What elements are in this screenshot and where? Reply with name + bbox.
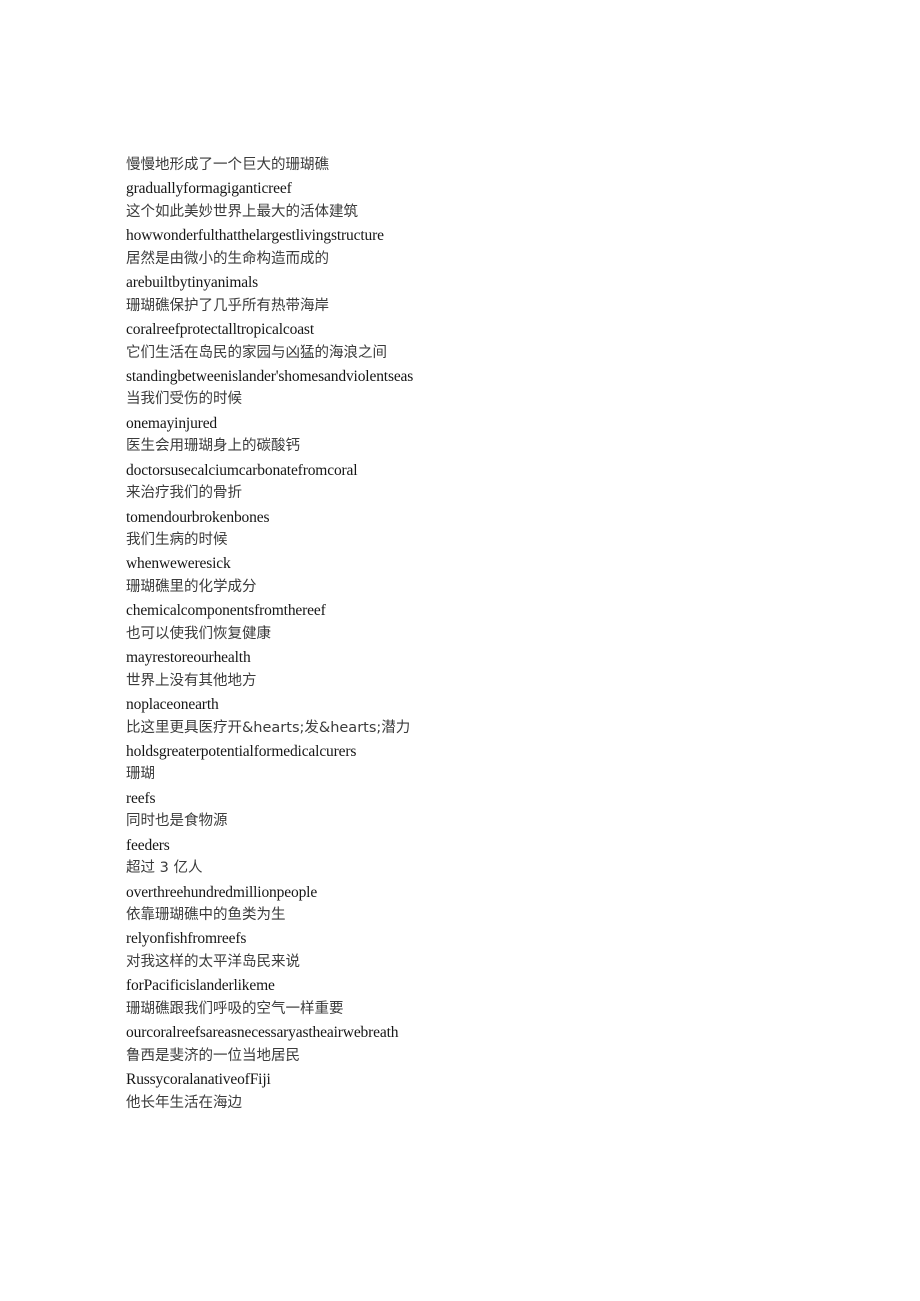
subtitle-line-zh: 鲁西是斐济的一位当地居民 — [126, 1047, 300, 1064]
subtitle-line-zh: 我们生病的时候 — [126, 532, 228, 548]
subtitle-line-en: standingbetweenislander'shomesandviolent… — [126, 367, 414, 385]
subtitle-line-en: reefs — [126, 789, 156, 807]
subtitle-line-en: onemayinjured — [126, 414, 218, 432]
subtitle-line-zh: 比这里更具医疗开&hearts;发&hearts;潜力 — [126, 719, 411, 736]
subtitle-line-zh: 它们生活在岛民的家园与凶猛的海浪之间 — [126, 344, 387, 361]
subtitle-line-en: holdsgreaterpotentialformedicalcurers — [126, 742, 357, 760]
subtitle-line-en: ourcoralreefsareasnecessaryastheairwebre… — [126, 1024, 399, 1042]
subtitle-line-en: RussycoralanativeofFiji — [126, 1071, 271, 1089]
subtitle-line-zh: 同时也是食物源 — [126, 813, 228, 830]
subtitle-line-zh: 居然是由微小的生命构造而成的 — [126, 250, 329, 267]
subtitle-line-en: coralreefprotectalltropicalcoast — [126, 321, 314, 339]
subtitle-line-zh: 当我们受伤的时候 — [126, 391, 242, 408]
subtitle-line-en: overthreehundredmillionpeople — [126, 883, 318, 901]
subtitle-line-zh: 珊瑚礁里的化学成分 — [126, 578, 257, 595]
subtitle-line-en: tomendourbrokenbones — [126, 508, 270, 526]
subtitle-line-en: graduallyformagiganticreef — [126, 180, 292, 198]
subtitle-line-list: 慢慢地形成了一个巨大的珊瑚礁 graduallyformagiganticreef… — [126, 154, 826, 1115]
subtitle-line-zh: 对我这样的太平洋岛民来说 — [126, 953, 300, 970]
subtitle-line-zh: 珊瑚礁保护了几乎所有热带海岸 — [126, 297, 329, 314]
subtitle-line-en: whenweweresick — [126, 555, 231, 573]
subtitle-line-zh: 珊瑚礁跟我们呼吸的空气一样重要 — [126, 1000, 344, 1017]
subtitle-line-en: arebuiltbytinyanimals — [126, 274, 259, 292]
subtitle-line-zh: 来治疗我们的骨折 — [126, 485, 242, 502]
subtitle-line-zh: 也可以使我们恢复健康 — [126, 625, 271, 642]
subtitle-line-zh: 世界上没有其他地方 — [126, 672, 257, 689]
subtitle-line-zh: 医生会用珊瑚身上的碳酸钙 — [126, 438, 300, 455]
subtitle-line-zh: 慢慢地形成了一个巨大的珊瑚礁 — [126, 157, 329, 173]
subtitle-line-en: chemicalcomponentsfromthereef — [126, 602, 326, 620]
subtitle-line-zh: 超过 3 亿人 — [126, 860, 203, 877]
subtitle-line-en: mayrestoreourhealth — [126, 649, 251, 667]
subtitle-line-zh: 他长年生活在海边 — [126, 1094, 242, 1111]
subtitle-line-en: doctorsusecalciumcarbonatefromcoral — [126, 461, 358, 479]
document-page: 慢慢地形成了一个巨大的珊瑚礁 graduallyformagiganticreef… — [0, 0, 920, 1301]
subtitle-line-en: feeders — [126, 836, 170, 854]
subtitle-line-zh: 这个如此美妙世界上最大的活体建筑 — [126, 203, 358, 220]
subtitle-line-en: forPacificislanderlikeme — [126, 977, 275, 995]
subtitle-line-en: noplaceonearth — [126, 696, 219, 714]
subtitle-line-en: relyonfishfromreefs — [126, 930, 247, 948]
subtitle-line-zh: 依靠珊瑚礁中的鱼类为生 — [126, 907, 286, 923]
subtitle-line-en: howwonderfulthatthelargestlivingstructur… — [126, 227, 384, 245]
subtitle-line-zh: 珊瑚 — [126, 766, 155, 783]
